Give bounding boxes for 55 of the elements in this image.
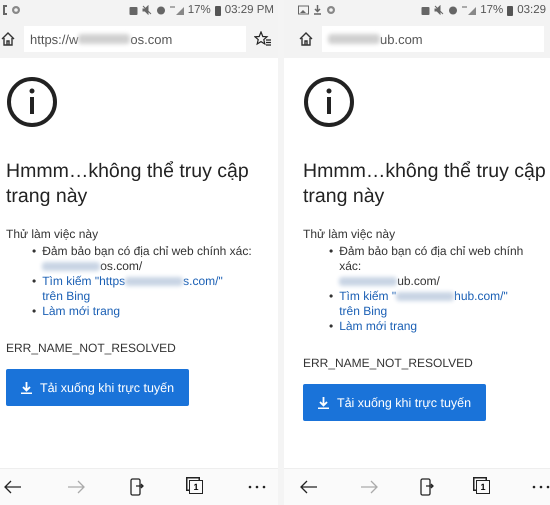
download-button[interactable]: Tải xuống khi trực tuyến (6, 369, 189, 406)
suggestion-link[interactable]: Làm mới trang (339, 319, 418, 334)
status-time: 03:29 (517, 4, 546, 16)
error-heading: Hmmm…không thể truy cập trang này (6, 159, 250, 209)
bullet: • (329, 244, 334, 260)
mute-icon (434, 5, 444, 15)
status-time: 03:29 PM (224, 4, 274, 16)
home-icon[interactable] (0, 31, 16, 47)
bullet: • (32, 244, 36, 260)
battery-icon (507, 4, 514, 16)
signal-icon (462, 5, 476, 15)
download-button[interactable]: Tải xuống khi trực tuyến (303, 384, 486, 421)
bullet: • (32, 304, 36, 319)
home-icon[interactable] (298, 31, 314, 47)
download-icon (318, 396, 329, 408)
suggestion-link[interactable]: Tìm kiếm " hub.com/" trên Bing (339, 289, 508, 319)
tabs-button[interactable]: 1 (189, 480, 203, 494)
signal-icon (170, 5, 184, 15)
favorites-icon[interactable] (254, 31, 272, 47)
back-icon[interactable] (4, 480, 22, 494)
more-icon[interactable] (532, 485, 550, 489)
lock-icon (421, 5, 430, 15)
suggestion-intro: Thử làm việc này (303, 227, 396, 241)
bullet: • (329, 319, 334, 334)
lock-icon (128, 5, 138, 15)
bullet: • (32, 274, 36, 290)
battery-percent: 17% (188, 4, 211, 16)
alarm-icon (448, 5, 458, 15)
send-to-phone-icon[interactable] (420, 478, 434, 496)
send-to-phone-icon[interactable] (130, 478, 144, 496)
info-icon (303, 76, 355, 128)
image-icon (298, 5, 309, 15)
battery-percent: 17% (480, 4, 504, 16)
suggestion-text: Đảm bảo bạn có địa chỉ web chính xác: os.com/ (42, 244, 252, 274)
alarm-icon (156, 5, 166, 15)
gear-icon (326, 5, 336, 15)
more-icon[interactable] (248, 485, 266, 489)
download-icon (313, 5, 322, 15)
bullet: • (329, 289, 334, 305)
suggestion-link[interactable]: Tìm kiếm "https s.com/" trên Bing (42, 274, 223, 304)
info-icon (6, 76, 58, 128)
address-field[interactable]: ub.com (322, 26, 544, 52)
suggestion-text: Đảm bảo bạn có địa chỉ web chính xác: ub.com/ (339, 244, 524, 289)
back-icon[interactable] (300, 480, 318, 494)
download-icon (20, 382, 32, 394)
address-field[interactable]: https://w os.com (24, 26, 246, 52)
battery-icon (214, 4, 221, 16)
tabs-button[interactable]: 1 (476, 480, 490, 494)
error-code: ERR_NAME_NOT_RESOLVED (303, 356, 474, 370)
suggestion-link[interactable]: Làm mới trang (42, 304, 120, 319)
suggestion-intro: Thử làm việc này (6, 227, 100, 241)
error-code: ERR_NAME_NOT_RESOLVED (6, 341, 177, 355)
gear-icon (11, 5, 21, 15)
mute-icon (142, 5, 152, 15)
error-heading: Hmmm…không thể truy cập trang này (303, 159, 546, 209)
